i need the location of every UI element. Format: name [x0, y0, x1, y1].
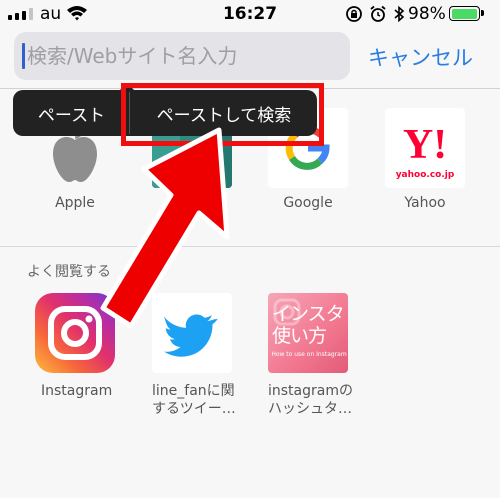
- recent-label: line_fanに関 するツイー…: [152, 382, 248, 418]
- recent-label-line2: するツイー…: [152, 401, 236, 417]
- recent-label: Instagram: [41, 383, 113, 399]
- red-arrow-icon: [100, 127, 230, 329]
- battery-fill: [451, 8, 477, 19]
- recent-article[interactable]: インスタ使い方 How to use on Instagram: [268, 293, 348, 373]
- battery-icon: [449, 6, 480, 21]
- bluetooth-icon: [394, 5, 405, 23]
- article-thumbnail: インスタ使い方 How to use on Instagram: [268, 293, 348, 373]
- favorite-label: Yahoo: [404, 195, 446, 211]
- search-input[interactable]: [27, 40, 337, 72]
- thumb-title: インスタ使い方: [272, 303, 345, 347]
- status-bar: au 16:27 98%: [0, 0, 500, 30]
- recent-label-line1: instagramの: [268, 383, 353, 399]
- svg-text:Y!: Y!: [403, 122, 447, 168]
- rotation-lock-icon: [346, 6, 362, 22]
- favorite-label: Google: [283, 195, 333, 211]
- battery-percent: 98%: [408, 4, 446, 24]
- recent-label-line1: line_fanに関: [152, 383, 235, 399]
- battery-nub: [481, 10, 484, 16]
- favorite-yahoo[interactable]: Y! yahoo.co.jp: [385, 108, 465, 188]
- recent-label-line2: ハッシュタ…: [268, 401, 352, 417]
- recent-label: instagramの ハッシュタ…: [268, 382, 364, 418]
- thumb-subtitle: How to use on Instagram: [271, 351, 347, 358]
- yahoo-caption: yahoo.co.jp: [395, 170, 455, 180]
- cancel-button[interactable]: キャンセル: [368, 42, 473, 72]
- text-caret: [22, 43, 25, 69]
- section-divider: [0, 246, 500, 247]
- alarm-icon: [370, 5, 386, 22]
